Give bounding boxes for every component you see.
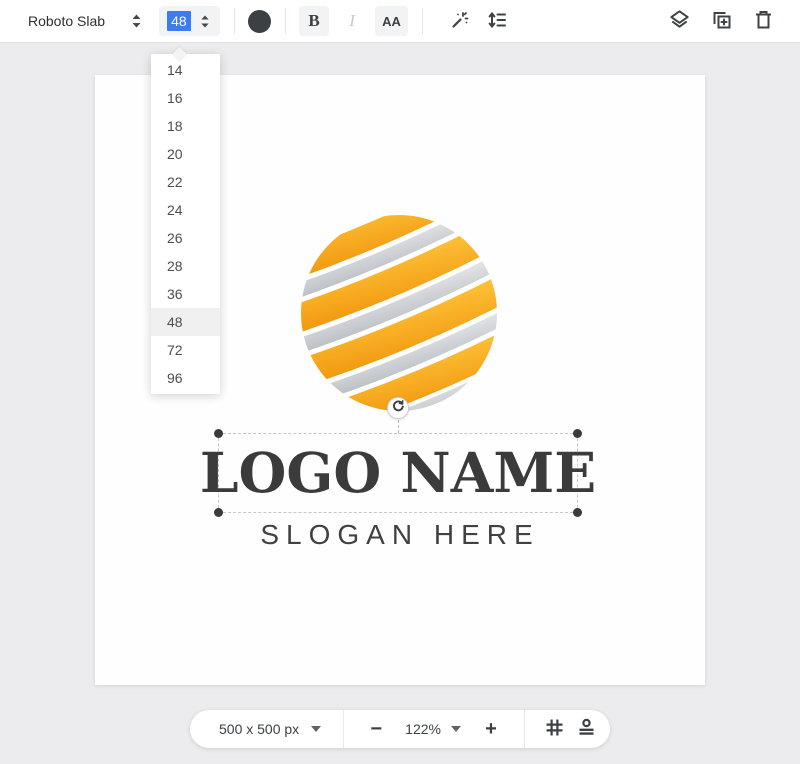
line-height-icon [486, 9, 508, 34]
toolbar-divider [234, 8, 235, 34]
delete-button[interactable] [753, 9, 774, 34]
zoom-level-label: 122% [405, 721, 441, 737]
zoom-in-button[interactable]: + [480, 719, 502, 739]
layers-icon [668, 8, 691, 34]
rotate-connector-line [398, 420, 399, 433]
font-size-input[interactable]: 48 [159, 6, 220, 36]
font-size-option[interactable]: 14 [151, 56, 220, 84]
font-family-stepper-icon[interactable] [131, 14, 142, 28]
font-size-value[interactable]: 48 [167, 11, 191, 31]
font-size-dropdown-list: 141618202224262836487296 [151, 56, 220, 392]
font-family-select[interactable]: Roboto Slab [28, 13, 142, 29]
bottom-bar-divider [524, 710, 525, 748]
resize-handle-bottom-left[interactable] [214, 508, 223, 517]
font-size-option[interactable]: 36 [151, 280, 220, 308]
bold-button[interactable]: B [299, 6, 329, 36]
bottom-bar-divider [343, 710, 344, 748]
italic-button[interactable]: I [337, 6, 367, 36]
canvas-size-label: 500 x 500 px [219, 721, 299, 737]
baseline-snap-button[interactable] [577, 718, 596, 740]
magic-wand-button[interactable] [448, 9, 470, 34]
line-height-button[interactable] [486, 9, 508, 34]
font-size-stepper-icon[interactable] [200, 15, 210, 28]
bold-label: B [308, 11, 319, 31]
baseline-icon [577, 718, 596, 740]
zoom-out-button[interactable]: − [365, 719, 387, 739]
font-size-option[interactable]: 18 [151, 112, 220, 140]
duplicate-icon [711, 9, 733, 34]
grid-toggle-button[interactable] [545, 718, 564, 740]
toolbar-right-group [668, 8, 774, 34]
resize-handle-top-right[interactable] [573, 429, 582, 438]
logo-sphere-image[interactable] [299, 213, 499, 413]
top-toolbar: Roboto Slab 48 B I AA [0, 0, 800, 43]
font-size-dropdown: 141618202224262836487296 [151, 54, 220, 394]
text-color-swatch[interactable] [248, 10, 271, 33]
bottom-toolbar: 500 x 500 px − 122% + [190, 710, 610, 748]
rotate-icon [391, 399, 405, 418]
font-size-option[interactable]: 48 [151, 308, 220, 336]
font-size-option[interactable]: 24 [151, 196, 220, 224]
uppercase-label: AA [375, 14, 408, 29]
font-size-option[interactable]: 72 [151, 336, 220, 364]
resize-handle-bottom-right[interactable] [573, 508, 582, 517]
rotate-handle[interactable] [387, 397, 409, 419]
canvas-size-select[interactable]: 500 x 500 px [219, 721, 321, 737]
toolbar-divider [285, 8, 286, 34]
magic-wand-icon [448, 9, 470, 34]
uppercase-button[interactable]: AA [375, 6, 408, 36]
font-size-option[interactable]: 16 [151, 84, 220, 112]
font-size-option[interactable]: 96 [151, 364, 220, 392]
trash-icon [753, 9, 774, 34]
zoom-level-select[interactable]: 122% [405, 721, 461, 737]
layers-button[interactable] [668, 8, 691, 34]
resize-handle-top-left[interactable] [214, 429, 223, 438]
logo-name-text[interactable]: LOGO NAME [200, 440, 596, 507]
font-size-option[interactable]: 26 [151, 224, 220, 252]
chevron-down-icon [311, 726, 321, 732]
toolbar-divider [422, 8, 423, 34]
duplicate-button[interactable] [711, 9, 733, 34]
text-selection-box[interactable]: LOGO NAME [218, 433, 578, 513]
chevron-down-icon [451, 726, 461, 732]
font-size-option[interactable]: 22 [151, 168, 220, 196]
font-size-option[interactable]: 20 [151, 140, 220, 168]
font-family-label: Roboto Slab [28, 13, 105, 29]
font-size-option[interactable]: 28 [151, 252, 220, 280]
italic-label: I [349, 11, 355, 31]
slogan-text[interactable]: SLOGAN HERE [95, 519, 705, 551]
grid-icon [545, 718, 564, 740]
